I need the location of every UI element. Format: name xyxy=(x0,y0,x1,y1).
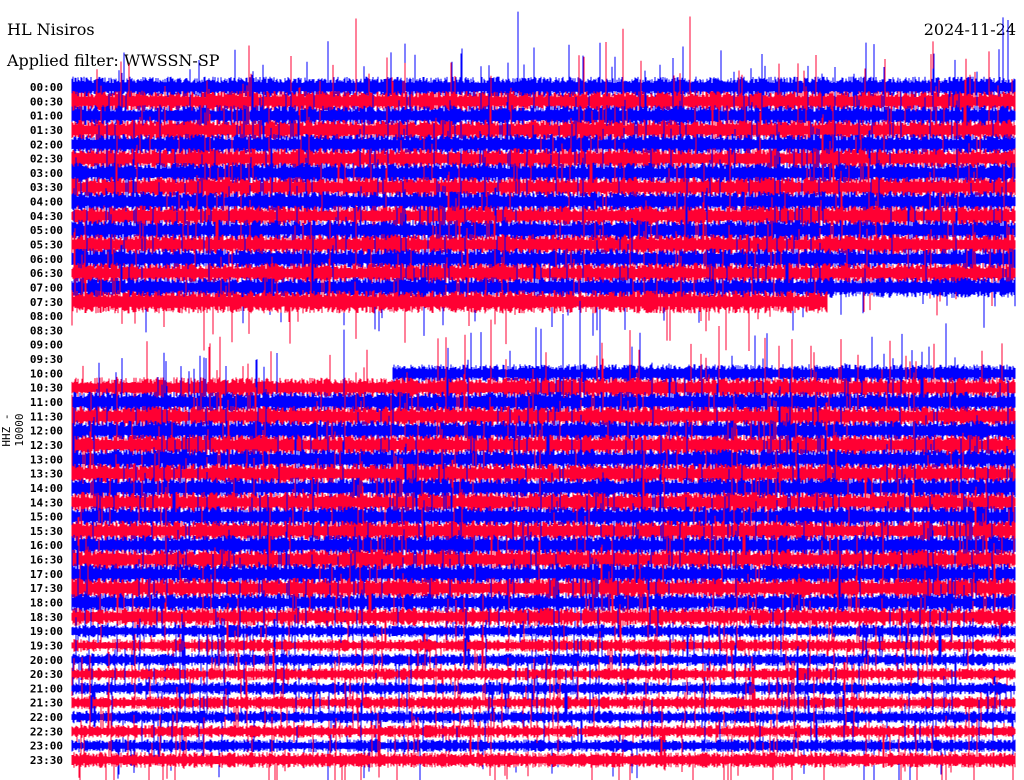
time-tick-label: 07:30 xyxy=(30,296,63,309)
time-tick-label: 16:00 xyxy=(30,539,63,552)
time-tick-label: 20:00 xyxy=(30,654,63,667)
helicorder-plot: 00:0000:30 01:0001:3002:00 02:3003:0003:30… xyxy=(30,11,1016,780)
time-tick-label: 21:30 xyxy=(30,697,63,710)
time-tick-label: 17:00 xyxy=(30,568,63,581)
time-tick-label: 22:00 xyxy=(30,711,63,724)
time-tick-label: 14:00 xyxy=(30,482,63,495)
time-tick-label: 15:00 xyxy=(30,511,63,524)
time-tick-label: 22:30 xyxy=(30,725,63,738)
time-tick-label: 00:00 xyxy=(30,81,63,94)
time-tick-label: 02:30 xyxy=(30,153,63,166)
time-tick-label: 18:30 xyxy=(30,611,63,624)
time-tick-label: 10:30 xyxy=(30,382,63,395)
time-tick-label: 17:30 xyxy=(30,582,63,595)
time-tick-label: 01:30 xyxy=(30,124,63,137)
time-tick-label: 19:00 xyxy=(30,625,63,638)
time-tick-label: 03:00 xyxy=(30,167,63,180)
time-tick-label: 03:30 xyxy=(30,181,63,194)
time-tick-label: 06:00 xyxy=(30,253,63,266)
time-tick-label: 20:30 xyxy=(30,668,63,681)
time-tick-label: 23:00 xyxy=(30,740,63,753)
time-tick-label: 14:30 xyxy=(30,496,63,509)
time-tick-label: 04:30 xyxy=(30,210,63,223)
time-tick-label: 12:30 xyxy=(30,439,63,452)
time-tick-label: 11:00 xyxy=(30,396,63,409)
time-tick-label: 12:00 xyxy=(30,425,63,438)
time-tick-label: 15:30 xyxy=(30,525,63,538)
time-tick-label: 01:00 xyxy=(30,110,63,123)
time-tick-label: 02:00 xyxy=(30,138,63,151)
time-tick-label: 05:30 xyxy=(30,239,63,252)
time-tick-label: 08:30 xyxy=(30,324,63,337)
time-tick-label: 08:00 xyxy=(30,310,63,323)
time-tick-label: 05:00 xyxy=(30,224,63,237)
time-tick-label: 09:30 xyxy=(30,353,63,366)
time-tick-label: 13:30 xyxy=(30,468,63,481)
time-tick-label: 18:00 xyxy=(30,596,63,609)
time-tick-label: 04:00 xyxy=(30,196,63,209)
time-tick-label: 13:00 xyxy=(30,453,63,466)
time-tick-label: 00:30 xyxy=(30,95,63,108)
time-tick-label: 09:00 xyxy=(30,339,63,352)
time-tick-label: 06:30 xyxy=(30,267,63,280)
time-tick-label: 16:30 xyxy=(30,554,63,567)
time-tick-label: 10:00 xyxy=(30,367,63,380)
time-tick-label: 07:00 xyxy=(30,281,63,294)
time-tick-label: 19:30 xyxy=(30,639,63,652)
time-tick-label: 21:00 xyxy=(30,682,63,695)
time-tick-label: 11:30 xyxy=(30,410,63,423)
time-tick-label: 23:30 xyxy=(30,754,63,767)
